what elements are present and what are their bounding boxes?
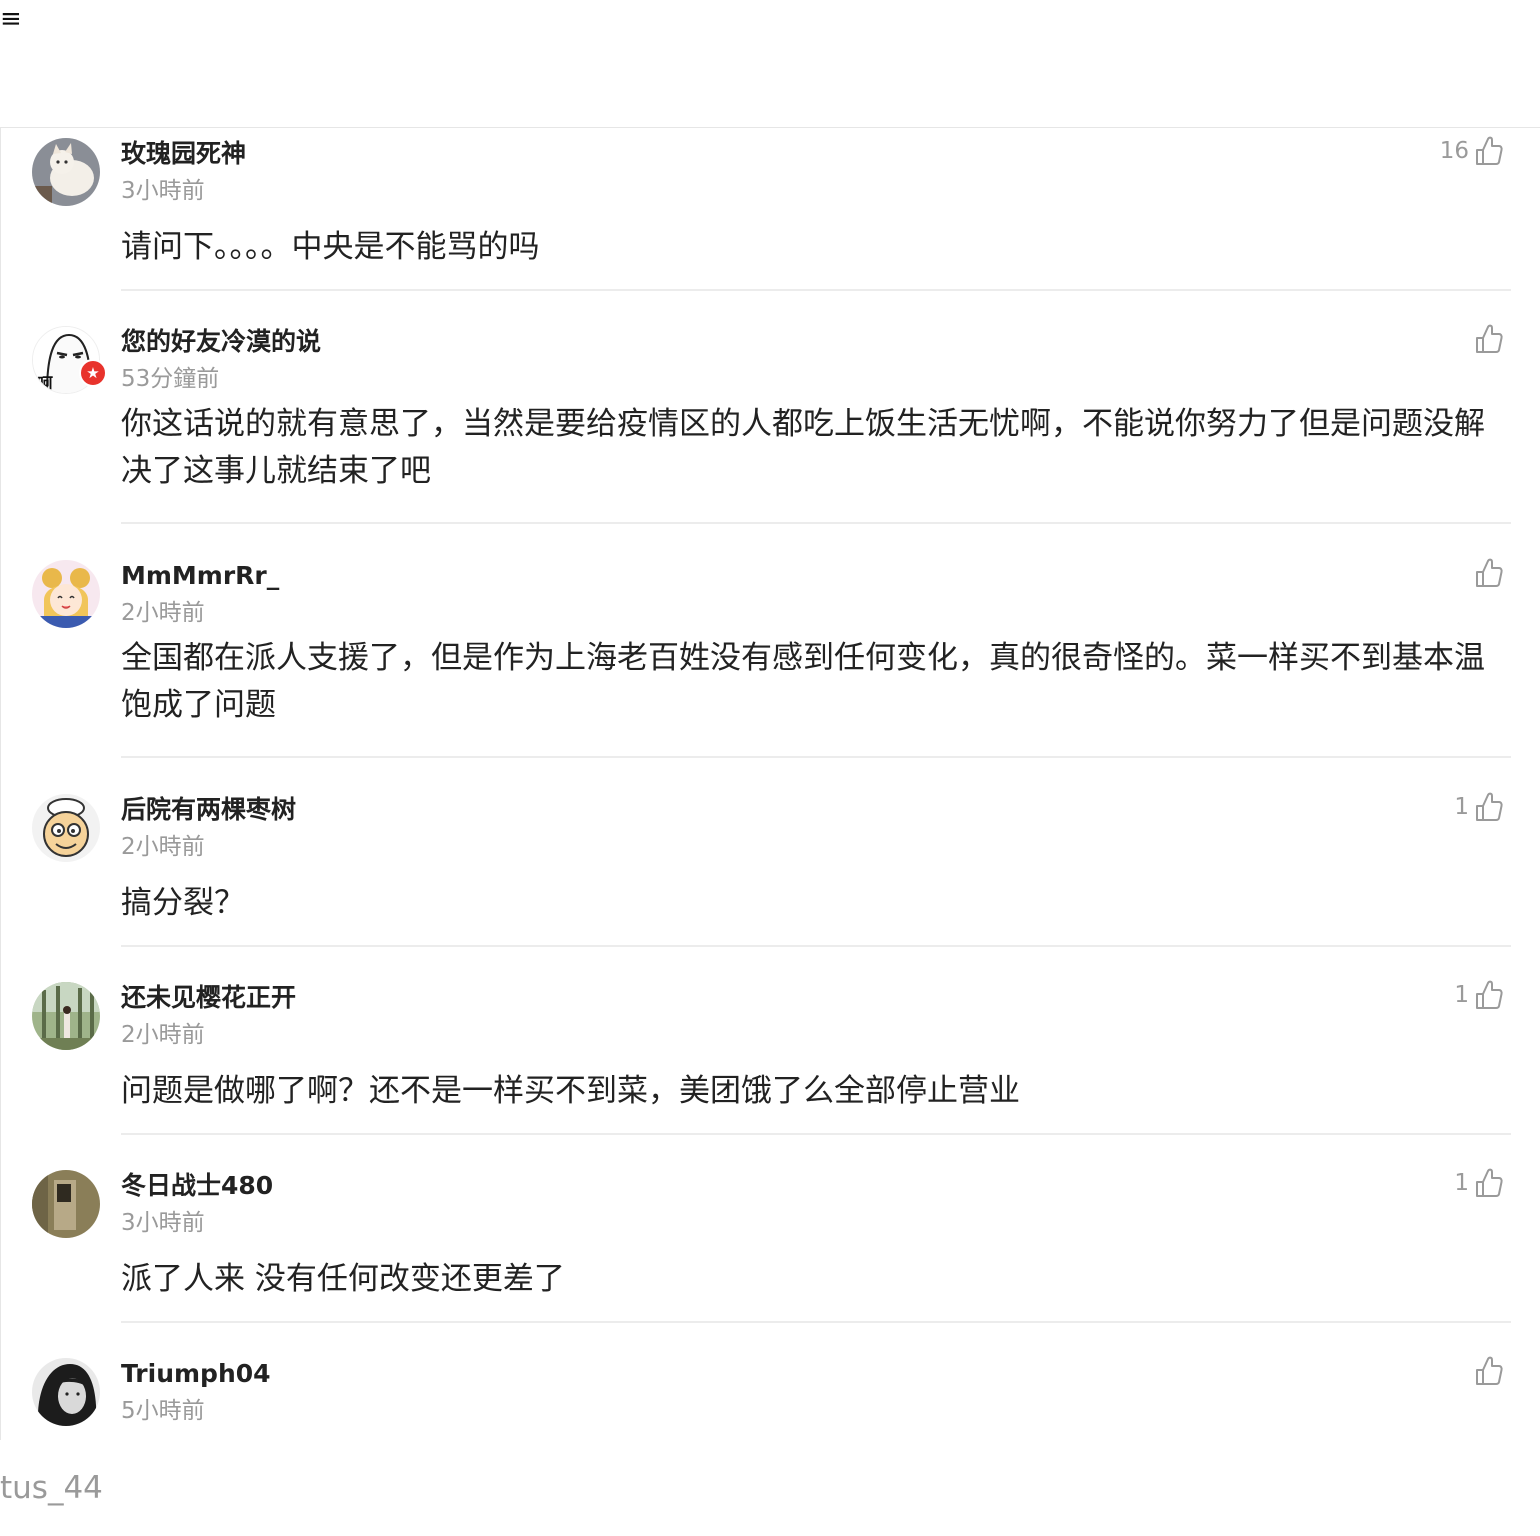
like-count: 16 bbox=[1439, 138, 1469, 164]
like-count: 1 bbox=[1454, 982, 1469, 1008]
comment-username[interactable]: Triumph04 bbox=[121, 1358, 271, 1390]
thumbs-up-icon bbox=[1475, 980, 1503, 1010]
comment-timestamp: 2小時前 bbox=[121, 1022, 205, 1048]
user-avatar[interactable] bbox=[32, 794, 100, 862]
comment-item: Triumph04 5小時前 bbox=[1, 1348, 1540, 1440]
next-comment-username-partial: tus_44 bbox=[0, 1470, 103, 1506]
comment-username[interactable]: 还未见樱花正开 bbox=[121, 982, 296, 1014]
comment-divider bbox=[121, 522, 1511, 524]
comment-username[interactable]: 玫瑰园死神 bbox=[121, 138, 246, 170]
thumbs-up-icon bbox=[1475, 558, 1503, 588]
comment-text: 请问下。。。。中央是不能骂的吗 bbox=[121, 229, 540, 265]
like-button[interactable]: 16 bbox=[1440, 136, 1503, 166]
thumbs-up-icon bbox=[1475, 136, 1503, 166]
comment-username[interactable]: 冬日战士480 bbox=[121, 1170, 273, 1202]
comment-divider bbox=[121, 1321, 1511, 1323]
comment-text: 搞分裂？ bbox=[121, 885, 245, 921]
verified-badge: ★ bbox=[79, 359, 107, 387]
user-avatar[interactable] bbox=[32, 138, 100, 206]
comment-timestamp: 2小時前 bbox=[121, 834, 205, 860]
comment-item: 还未见樱花正开 2小時前 1 问题是做哪了啊？还不是一样买不到菜，美团饿了么全部… bbox=[1, 972, 1540, 1137]
comment-username[interactable]: 您的好友冷漠的说 bbox=[121, 326, 321, 358]
like-button[interactable]: 1 bbox=[1454, 980, 1503, 1010]
user-avatar[interactable] bbox=[32, 560, 100, 628]
comment-item: 呵 ★ 您的好友冷漠的说 53分鐘前 你这话说的就有意思了，当然是要给疫情区的人… bbox=[1, 316, 1540, 526]
thumbs-up-icon bbox=[1475, 1168, 1503, 1198]
comment-text: 派了人来 没有任何改变还更差了 bbox=[121, 1261, 565, 1297]
comment-divider bbox=[121, 289, 1511, 291]
comment-divider bbox=[121, 945, 1511, 947]
comment-text: 问题是做哪了啊？还不是一样买不到菜，美团饿了么全部停止营业 bbox=[121, 1073, 1020, 1109]
user-avatar[interactable] bbox=[32, 1358, 100, 1426]
user-avatar[interactable] bbox=[32, 1170, 100, 1238]
comment-list: 玫瑰园死神 3小時前 16 请问下。。。。中央是不能骂的吗 呵 ★ 您的好友冷漠… bbox=[0, 127, 1540, 1440]
like-button[interactable] bbox=[1469, 1356, 1503, 1386]
comment-username[interactable]: 后院有两棵枣树 bbox=[121, 794, 296, 826]
comment-divider bbox=[121, 1133, 1511, 1135]
thumbs-up-icon bbox=[1475, 324, 1503, 354]
thumbs-up-icon bbox=[1475, 792, 1503, 822]
comment-item: MmMmrRr_ 2小時前 全国都在派人支援了，但是作为上海老百姓没有感到任何变… bbox=[1, 550, 1540, 760]
comment-username[interactable]: MmMmrRr_ bbox=[121, 560, 279, 592]
comment-timestamp: 5小時前 bbox=[121, 1398, 205, 1424]
thumbs-up-icon bbox=[1475, 1356, 1503, 1386]
like-button[interactable] bbox=[1469, 324, 1503, 354]
comment-item: 冬日战士480 3小時前 1 派了人来 没有任何改变还更差了 bbox=[1, 1160, 1540, 1325]
comment-text: 全国都在派人支援了，但是作为上海老百姓没有感到任何变化，真的很奇怪的。菜一样买不… bbox=[121, 640, 1485, 723]
like-count: 1 bbox=[1454, 1170, 1469, 1196]
comment-text: 你这话说的就有意思了，当然是要给疫情区的人都吃上饭生活无忧啊，不能说你努力了但是… bbox=[121, 406, 1485, 489]
comment-item: 后院有两棵枣树 2小時前 1 搞分裂？ bbox=[1, 784, 1540, 949]
comment-item: 玫瑰园死神 3小時前 16 请问下。。。。中央是不能骂的吗 bbox=[1, 128, 1540, 291]
avatar-caption: 呵 bbox=[37, 374, 53, 393]
comment-timestamp: 3小時前 bbox=[121, 178, 205, 204]
comment-divider bbox=[121, 756, 1511, 758]
like-button[interactable]: 1 bbox=[1454, 1168, 1503, 1198]
like-count: 1 bbox=[1454, 794, 1469, 820]
comment-timestamp: 53分鐘前 bbox=[121, 366, 220, 392]
like-button[interactable]: 1 bbox=[1454, 792, 1503, 822]
like-button[interactable] bbox=[1469, 558, 1503, 588]
comment-timestamp: 2小時前 bbox=[121, 600, 205, 626]
menu-icon[interactable]: ≡ bbox=[0, 4, 22, 34]
comment-timestamp: 3小時前 bbox=[121, 1210, 205, 1236]
user-avatar[interactable] bbox=[32, 982, 100, 1050]
